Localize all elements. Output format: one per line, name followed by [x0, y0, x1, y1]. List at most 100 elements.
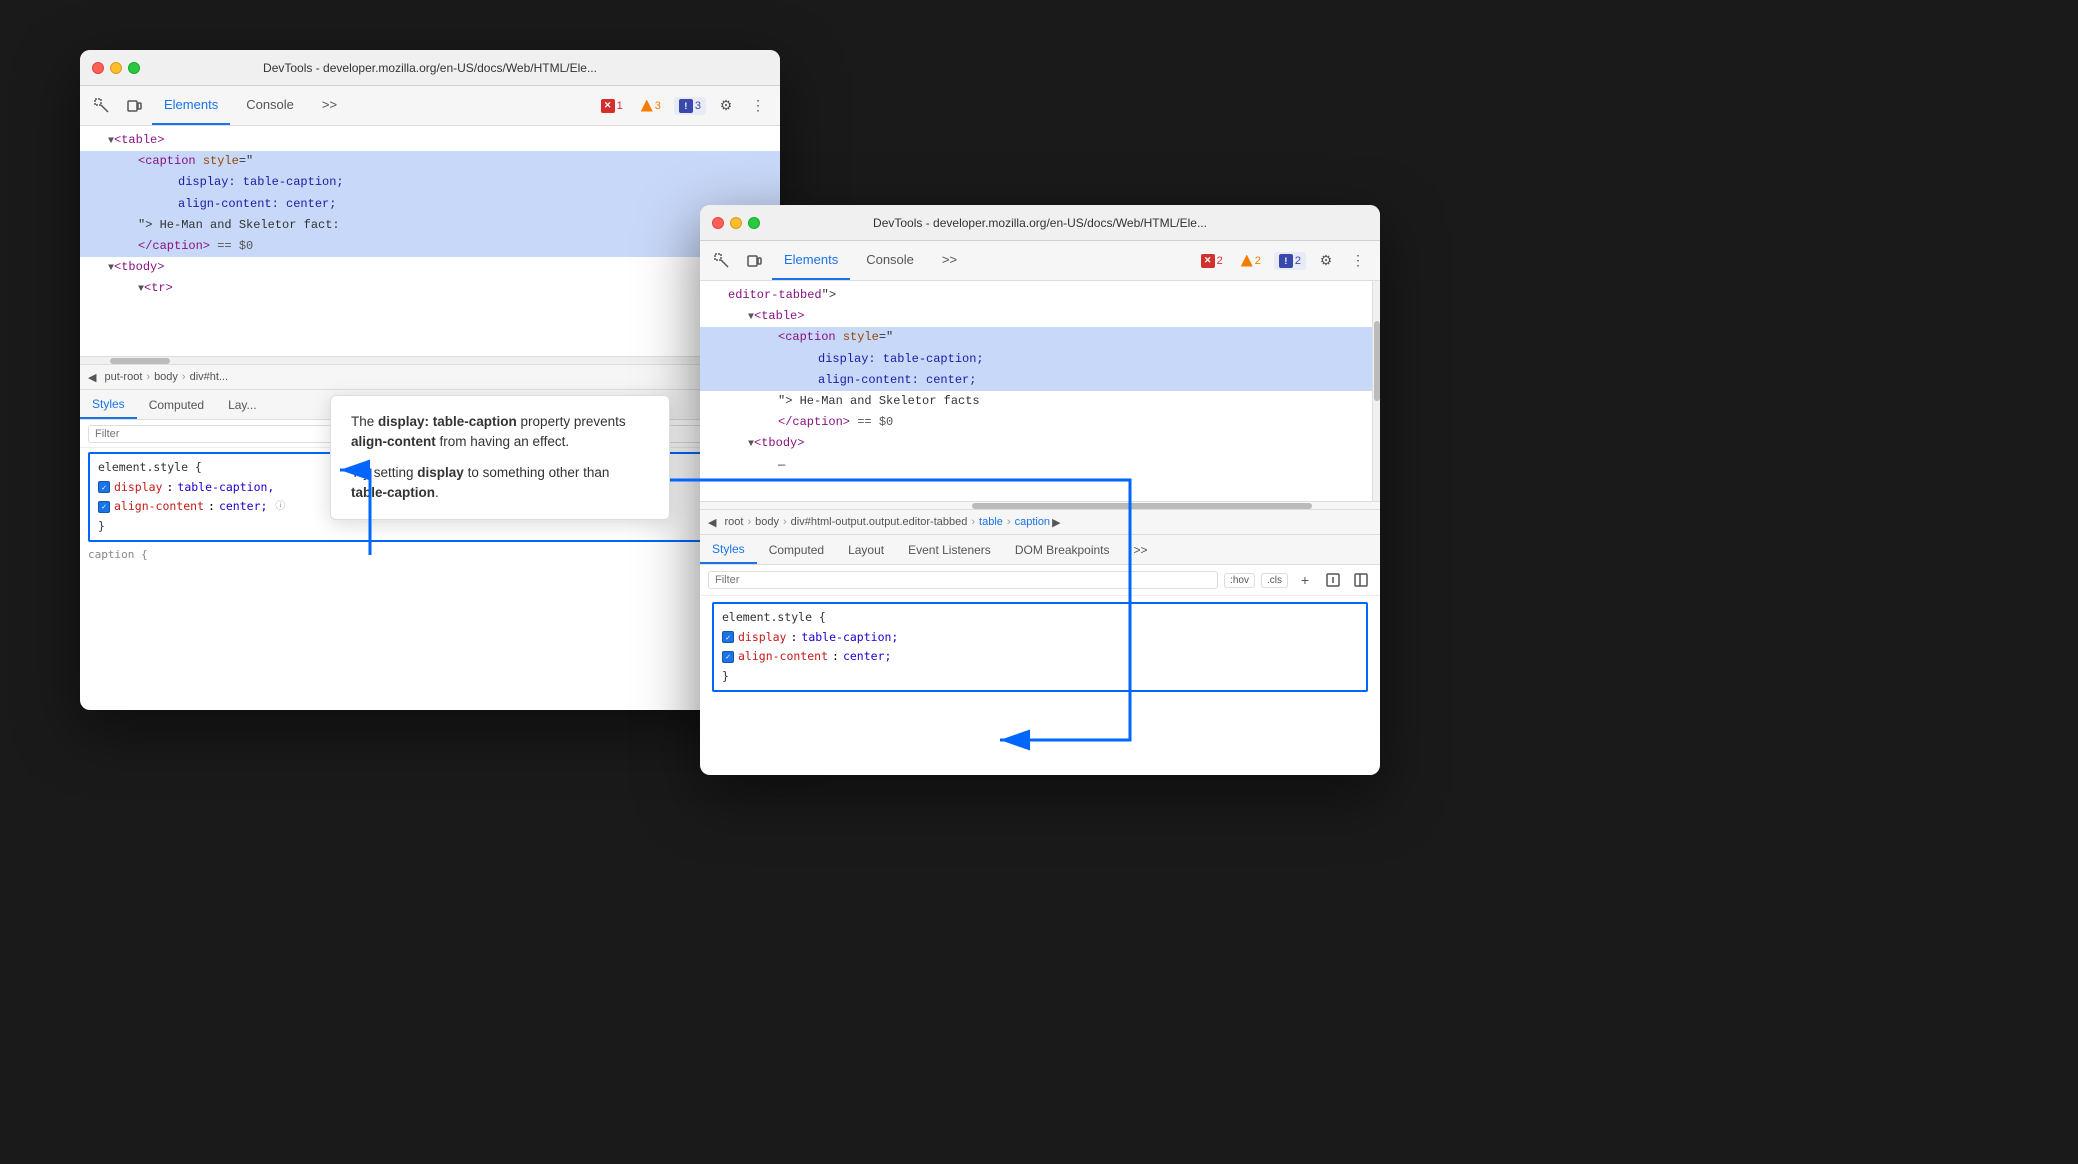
device-icon-2[interactable]: [740, 247, 768, 275]
new-rule-icon[interactable]: [1322, 569, 1344, 591]
html-line-caption-open-2[interactable]: <caption style=": [700, 327, 1380, 348]
toolbar-1: Elements Console >> ✕ 1 3 ! 3 ⚙ ⋮: [80, 86, 780, 126]
html-line-table-2: ▼<table>: [700, 306, 1380, 327]
close-button-2[interactable]: [712, 217, 724, 229]
devtools-window-2: DevTools - developer.mozilla.org/en-US/d…: [700, 205, 1380, 775]
tab-dom-2[interactable]: DOM Breakpoints: [1003, 535, 1122, 564]
scrollbar-thumb-1[interactable]: [110, 358, 170, 364]
breadcrumb-body-1[interactable]: body: [154, 371, 178, 383]
html-line-editor-tabbed: editor-tabbed">: [700, 285, 1380, 306]
error-badge-1: ✕ 1: [596, 97, 628, 115]
tab-more-styles-2[interactable]: >>: [1122, 535, 1160, 564]
error-badge-2: ✕ 2: [1196, 252, 1228, 270]
css-prop-display-2: display: table-caption;: [722, 628, 1358, 648]
settings-icon-2[interactable]: ⚙: [1312, 247, 1340, 275]
info-badge-1: ! 3: [674, 97, 706, 115]
tab-layout-2[interactable]: Layout: [836, 535, 896, 564]
tab-styles-2[interactable]: Styles: [700, 535, 757, 564]
breadcrumb-2: ◀ root › body › div#html-output.output.e…: [700, 509, 1380, 535]
device-icon[interactable]: [120, 92, 148, 120]
minimize-button-1[interactable]: [110, 62, 122, 74]
info-icon-1: !: [679, 99, 693, 113]
checkbox-align-2[interactable]: [722, 651, 734, 663]
maximize-button-2[interactable]: [748, 217, 760, 229]
minimize-button-2[interactable]: [730, 217, 742, 229]
inspect-icon[interactable]: [88, 92, 116, 120]
tab-more-2[interactable]: >>: [930, 241, 969, 280]
devtools-window-1: DevTools - developer.mozilla.org/en-US/d…: [80, 50, 780, 710]
css-prop-align-2: align-content: center;: [722, 647, 1358, 667]
tab-elements-2[interactable]: Elements: [772, 241, 850, 280]
tab-events-2[interactable]: Event Listeners: [896, 535, 1003, 564]
add-style-icon[interactable]: +: [1294, 569, 1316, 591]
scrollbar-h-thumb-2[interactable]: [972, 503, 1312, 509]
breadcrumb-1: ◀ put-root › body › div#ht...: [80, 364, 780, 390]
html-line-align-2[interactable]: align-content: center;: [700, 370, 1380, 391]
html-line-text[interactable]: "> He-Man and Skeletor fact:: [80, 215, 780, 236]
breadcrumb-root-1[interactable]: put-root: [104, 371, 142, 383]
tab-computed-2[interactable]: Computed: [757, 535, 836, 564]
inspect-icon-2[interactable]: [708, 247, 736, 275]
scrollbar-v-2[interactable]: [1372, 281, 1380, 501]
breadcrumb-forward-2[interactable]: ▶: [1052, 516, 1060, 529]
menu-icon-1[interactable]: ⋮: [744, 92, 772, 120]
tab-more-1[interactable]: >>: [310, 86, 349, 125]
maximize-button-1[interactable]: [128, 62, 140, 74]
html-line-align[interactable]: align-content: center;: [80, 194, 780, 215]
breadcrumb-body-2[interactable]: body: [755, 516, 779, 528]
css-close-2: }: [722, 667, 1358, 687]
html-line-tbody: ▼<tbody>: [80, 257, 780, 278]
tooltip-popup: The display: table-caption property prev…: [330, 395, 670, 520]
styles-tabs-2: Styles Computed Layout Event Listeners D…: [700, 535, 1380, 565]
css-selector-2: element.style {: [722, 608, 1358, 628]
html-line-caption-close-2: </caption> == $0: [700, 412, 1380, 433]
breadcrumb-caption-2[interactable]: caption: [1015, 516, 1050, 528]
filter-input-2[interactable]: [708, 571, 1218, 589]
pseudo-cls-btn[interactable]: .cls: [1261, 573, 1288, 588]
breadcrumb-back-2[interactable]: ◀: [708, 516, 716, 529]
tab-console-2[interactable]: Console: [854, 241, 926, 280]
tooltip-para-2: Try setting display to something other t…: [351, 463, 649, 504]
menu-icon-2[interactable]: ⋮: [1344, 247, 1372, 275]
info-icon-2: !: [1279, 254, 1293, 268]
traffic-lights-2: [712, 217, 760, 229]
tab-console-1[interactable]: Console: [234, 86, 306, 125]
html-line-display[interactable]: display: table-caption;: [80, 172, 780, 193]
scrollbar-horizontal-1[interactable]: [80, 356, 780, 364]
toggle-sidebar-icon[interactable]: [1350, 569, 1372, 591]
filter-bar-2: :hov .cls +: [700, 565, 1380, 596]
html-line-caption-close[interactable]: </caption> == $0: [80, 236, 780, 257]
title-bar-1: DevTools - developer.mozilla.org/en-US/d…: [80, 50, 780, 86]
breadcrumb-back-1[interactable]: ◀: [88, 371, 96, 384]
window-title-1: DevTools - developer.mozilla.org/en-US/d…: [263, 61, 597, 75]
html-panel-1: ▼<table> <caption style=" display: table…: [80, 126, 780, 356]
breadcrumb-root-2[interactable]: root: [724, 516, 743, 528]
tab-styles-1[interactable]: Styles: [80, 390, 137, 419]
info-circle-1: ⓘ: [275, 498, 285, 515]
scrollbar-v-thumb-2[interactable]: [1374, 321, 1380, 401]
tab-elements-1[interactable]: Elements: [152, 86, 230, 125]
window-title-2: DevTools - developer.mozilla.org/en-US/d…: [873, 216, 1207, 230]
breadcrumb-div-2[interactable]: div#html-output.output.editor-tabbed: [791, 516, 968, 528]
html-line-table: ▼<table>: [80, 130, 780, 151]
scrollbar-horizontal-2[interactable]: [700, 501, 1380, 509]
tab-layout-1[interactable]: Lay...: [216, 390, 268, 419]
html-line-text-2: "> He-Man and Skeletor facts: [700, 391, 1380, 412]
breadcrumb-table-2[interactable]: table: [979, 516, 1003, 528]
toolbar-2: Elements Console >> ✕ 2 2 ! 2 ⚙ ⋮: [700, 241, 1380, 281]
warning-badge-2: 2: [1236, 253, 1266, 269]
tooltip-para-1: The display: table-caption property prev…: [351, 412, 649, 453]
css-rule-block-2: element.style { display: table-caption; …: [712, 602, 1368, 692]
settings-icon-1[interactable]: ⚙: [712, 92, 740, 120]
checkbox-display-2[interactable]: [722, 631, 734, 643]
pseudo-hov-btn[interactable]: :hov: [1224, 573, 1255, 588]
checkbox-display-1[interactable]: [98, 481, 110, 493]
checkbox-align-1[interactable]: [98, 501, 110, 513]
html-line-caption-open[interactable]: <caption style=": [80, 151, 780, 172]
breadcrumb-div-1[interactable]: div#ht...: [190, 371, 229, 383]
error-icon-2: ✕: [1201, 254, 1215, 268]
html-line-display-2[interactable]: display: table-caption;: [700, 349, 1380, 370]
warning-icon-2: [1241, 255, 1253, 267]
close-button-1[interactable]: [92, 62, 104, 74]
tab-computed-1[interactable]: Computed: [137, 390, 216, 419]
